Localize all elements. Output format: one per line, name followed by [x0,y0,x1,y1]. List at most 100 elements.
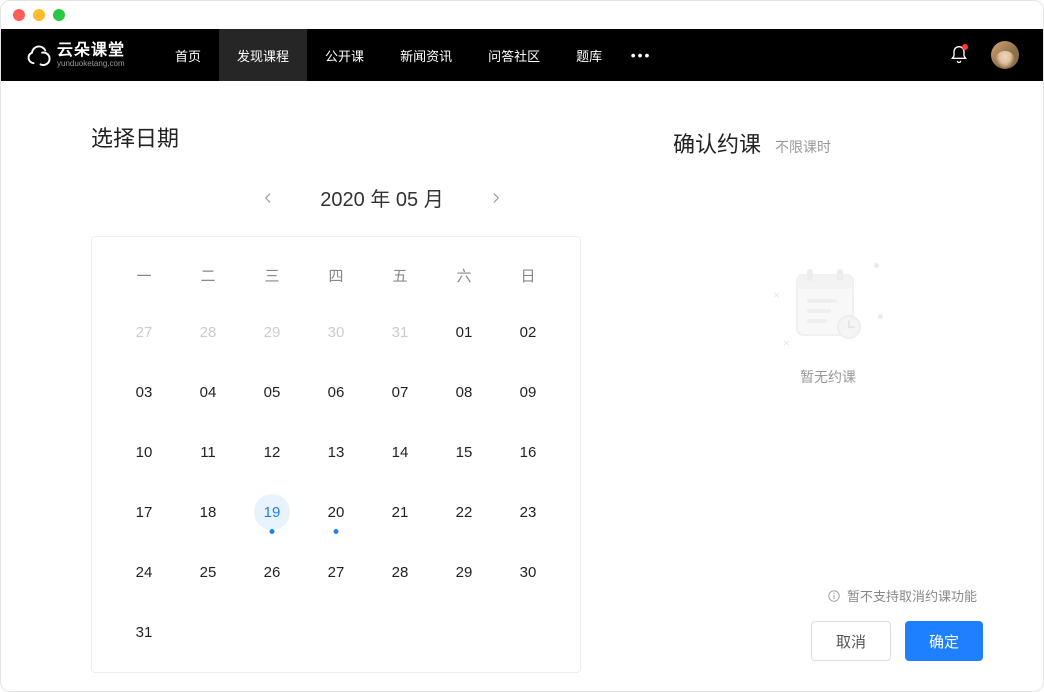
day-cell[interactable]: 30 [496,542,560,602]
next-month-button[interactable] [484,186,508,210]
day-number: 27 [318,554,354,590]
date-panel: 选择日期 2020 年 05 月 一二三四五六日2728293031010203… [91,121,673,661]
notice: 暂不支持取消约课功能 [673,586,983,605]
day-cell: 28 [176,302,240,362]
day-number: 30 [318,314,354,350]
day-cell[interactable]: 07 [368,362,432,422]
nav-item[interactable]: 公开课 [307,29,382,81]
day-of-week: 六 [432,253,496,302]
confirm-panel: 确认约课 不限课时 × × [673,121,983,661]
day-cell[interactable]: 04 [176,362,240,422]
day-cell[interactable]: 28 [368,542,432,602]
day-cell[interactable]: 11 [176,422,240,482]
day-cell[interactable]: 19 [240,482,304,542]
day-number: 28 [382,554,418,590]
prev-month-button[interactable] [256,186,280,210]
nav-item[interactable]: 新闻资讯 [382,29,470,81]
notification-dot-icon [962,44,968,50]
nav-more-icon[interactable]: ••• [628,42,654,68]
nav-item[interactable]: 题库 [558,29,620,81]
day-number: 07 [382,374,418,410]
day-number: 27 [126,314,162,350]
day-number: 21 [382,494,418,530]
logo[interactable]: 云朵课堂 yunduoketang.com [25,43,125,68]
day-cell[interactable]: 20 [304,482,368,542]
day-cell[interactable]: 10 [112,422,176,482]
day-cell[interactable]: 31 [112,602,176,662]
day-cell[interactable]: 17 [112,482,176,542]
cloud-logo-icon [25,44,53,66]
day-number: 03 [126,374,162,410]
day-cell[interactable]: 29 [432,542,496,602]
calendar-header: 2020 年 05 月 [91,183,673,212]
day-cell[interactable]: 01 [432,302,496,362]
day-cell: 29 [240,302,304,362]
day-number: 29 [446,554,482,590]
day-number: 15 [446,434,482,470]
day-number: 24 [126,554,162,590]
empty-text: 暂无约课 [800,367,856,387]
day-number: 23 [510,494,546,530]
close-icon[interactable] [13,9,25,21]
day-number: 04 [190,374,226,410]
day-cell[interactable]: 25 [176,542,240,602]
day-of-week: 日 [496,253,560,302]
day-number: 22 [446,494,482,530]
titlebar [1,1,1043,29]
logo-text: 云朵课堂 [57,43,125,59]
day-cell[interactable]: 22 [432,482,496,542]
day-number: 20 [318,494,354,530]
day-cell[interactable]: 13 [304,422,368,482]
day-cell[interactable]: 26 [240,542,304,602]
day-cell[interactable]: 18 [176,482,240,542]
info-icon [827,589,841,603]
day-cell[interactable]: 15 [432,422,496,482]
day-of-week: 四 [304,253,368,302]
day-number: 25 [190,554,226,590]
day-number: 31 [382,314,418,350]
confirm-subtitle: 不限课时 [775,137,831,157]
empty-state: × × 暂无约课 [673,199,983,586]
day-number: 12 [254,434,290,470]
day-number: 10 [126,434,162,470]
day-number: 28 [190,314,226,350]
day-number: 02 [510,314,546,350]
nav-item[interactable]: 首页 [157,29,219,81]
day-cell[interactable]: 09 [496,362,560,422]
content: 选择日期 2020 年 05 月 一二三四五六日2728293031010203… [1,81,1043,691]
nav-item[interactable]: 问答社区 [470,29,558,81]
day-number: 01 [446,314,482,350]
day-cell[interactable]: 02 [496,302,560,362]
day-number: 14 [382,434,418,470]
day-number: 17 [126,494,162,530]
cancel-button[interactable]: 取消 [811,621,891,661]
day-cell[interactable]: 06 [304,362,368,422]
logo-subtext: yunduoketang.com [57,60,125,68]
day-cell[interactable]: 08 [432,362,496,422]
day-cell[interactable]: 24 [112,542,176,602]
top-nav: 云朵课堂 yunduoketang.com 首页发现课程公开课新闻资讯问答社区题… [1,29,1043,81]
notification-bell-icon[interactable] [949,45,969,65]
avatar[interactable] [991,41,1019,69]
day-cell: 27 [112,302,176,362]
day-cell[interactable]: 27 [304,542,368,602]
day-number: 19 [254,494,290,530]
day-of-week: 一 [112,253,176,302]
nav-items: 首页发现课程公开课新闻资讯问答社区题库 [157,29,620,81]
day-number: 13 [318,434,354,470]
day-cell[interactable]: 16 [496,422,560,482]
maximize-icon[interactable] [53,9,65,21]
nav-item[interactable]: 发现课程 [219,29,307,81]
day-cell[interactable]: 12 [240,422,304,482]
day-cell[interactable]: 03 [112,362,176,422]
day-number: 08 [446,374,482,410]
day-cell[interactable]: 23 [496,482,560,542]
minimize-icon[interactable] [33,9,45,21]
day-number: 16 [510,434,546,470]
day-number: 31 [126,614,162,650]
day-cell[interactable]: 14 [368,422,432,482]
confirm-button[interactable]: 确定 [905,621,983,661]
day-of-week: 二 [176,253,240,302]
day-cell[interactable]: 21 [368,482,432,542]
day-cell[interactable]: 05 [240,362,304,422]
